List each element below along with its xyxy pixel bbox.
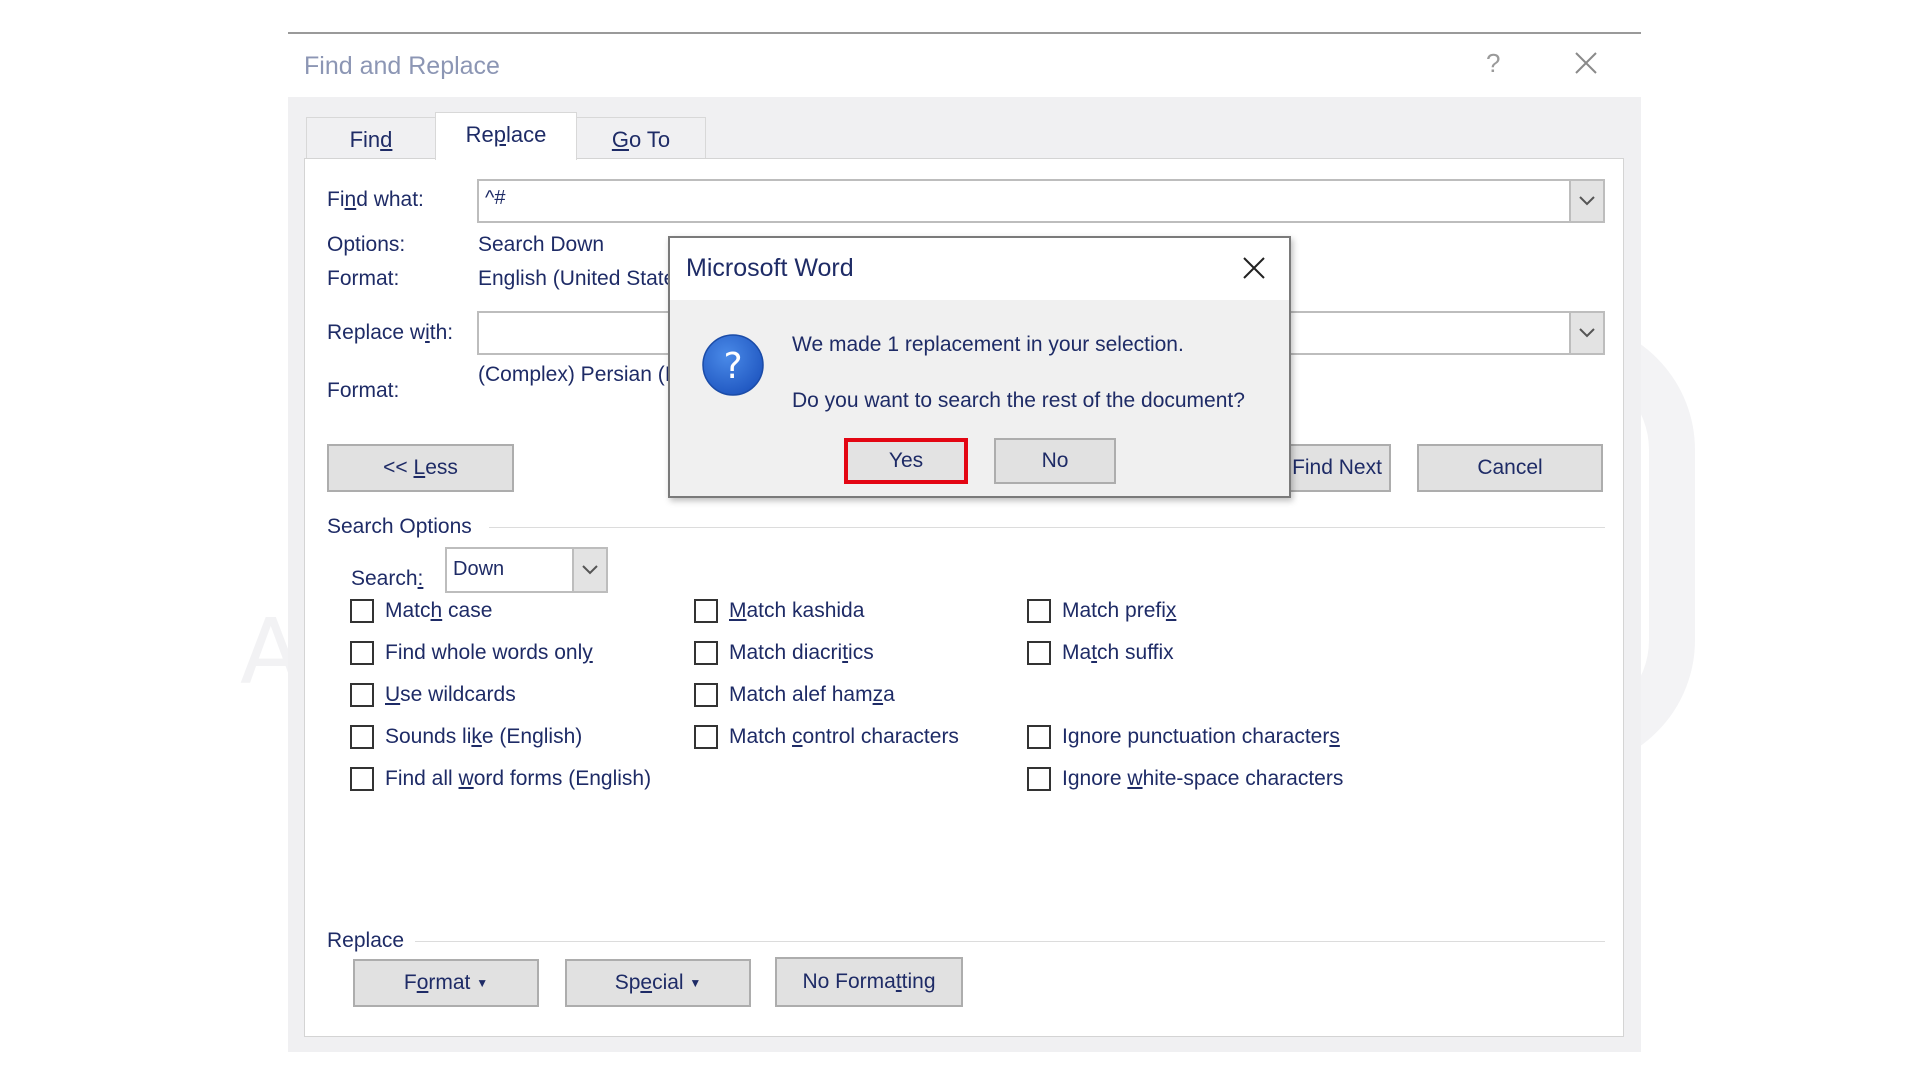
no-formatting-button-label: No Formatting [802, 970, 936, 993]
message-box-header: Microsoft Word [670, 238, 1289, 300]
sounds-like-label[interactable]: Sounds like (English) [385, 725, 582, 749]
replace-section-heading: Replace [327, 929, 405, 952]
help-button[interactable]: ? [1486, 48, 1500, 79]
match-prefix-checkbox[interactable] [1027, 599, 1051, 623]
match-control-characters-label[interactable]: Match control characters [729, 725, 959, 749]
find-what-dropdown[interactable] [1569, 181, 1603, 221]
question-icon: ? [702, 334, 764, 396]
search-direction-label: Search: [351, 567, 424, 590]
message-line-1: We made 1 replacement in your selection. [792, 333, 1184, 356]
chevron-down-icon [1579, 328, 1595, 338]
svg-text:?: ? [723, 346, 742, 387]
close-button[interactable] [1571, 48, 1601, 78]
format-button-label: Format [403, 971, 477, 994]
replace-format-label: Format: [327, 379, 400, 402]
search-options-heading: Search Options [327, 515, 472, 538]
no-button[interactable]: No [994, 438, 1116, 484]
tab-replace[interactable]: Replace [435, 112, 577, 160]
match-kashida-checkbox[interactable] [694, 599, 718, 623]
message-box: Microsoft Word ? We made 1 replacement i… [668, 236, 1291, 498]
cancel-button-label: Cancel [1477, 456, 1543, 479]
replace-with-label: Replace with: [327, 321, 454, 344]
tab-replace-label: Replace [465, 122, 547, 147]
cancel-button[interactable]: Cancel [1417, 444, 1603, 492]
search-direction-value: Down [453, 558, 505, 580]
close-icon [1243, 257, 1265, 279]
find-what-label: Find what: [327, 188, 424, 211]
sounds-like-checkbox[interactable] [350, 725, 374, 749]
find-all-word-forms-checkbox[interactable] [350, 767, 374, 791]
match-alef-hamza-checkbox[interactable] [694, 683, 718, 707]
options-value: Search Down [478, 233, 605, 256]
caret-down-icon: ▼ [476, 976, 489, 990]
find-whole-words-checkbox[interactable] [350, 641, 374, 665]
use-wildcards-label[interactable]: Use wildcards [385, 683, 516, 707]
tab-go-to-label: Go To [611, 127, 671, 152]
tab-go-to[interactable]: Go To [576, 117, 706, 159]
close-icon [1575, 52, 1597, 74]
chevron-down-icon [582, 565, 598, 575]
find-what-combo[interactable]: ^# [477, 179, 1605, 223]
message-box-title: Microsoft Word [686, 254, 854, 282]
find-format-label: Format: [327, 267, 400, 290]
caret-down-icon: ▼ [689, 976, 702, 990]
search-direction-select[interactable]: Down [445, 547, 608, 593]
special-button[interactable]: Special ▼ [565, 959, 751, 1007]
find-format-value: English (United States) [478, 267, 693, 290]
ignore-white-space-checkbox[interactable] [1027, 767, 1051, 791]
search-options-divider [489, 527, 1605, 528]
chevron-down-icon [1579, 196, 1595, 206]
match-kashida-label[interactable]: Match kashida [729, 599, 864, 623]
less-button[interactable]: << Less [327, 444, 514, 492]
match-suffix-label[interactable]: Match suffix [1062, 641, 1174, 665]
replace-with-dropdown[interactable] [1569, 313, 1603, 353]
yes-button[interactable]: Yes [844, 438, 968, 484]
search-direction-dropdown[interactable] [572, 549, 606, 591]
find-whole-words-label[interactable]: Find whole words only [385, 641, 593, 665]
ignore-punctuation-label[interactable]: Ignore punctuation characters [1062, 725, 1340, 749]
find-what-input[interactable]: ^# [485, 187, 506, 210]
find-next-button[interactable]: Find Next [1283, 444, 1391, 492]
no-formatting-button[interactable]: No Formatting [775, 957, 963, 1007]
no-button-label: No [1041, 449, 1069, 472]
options-label: Options: [327, 233, 406, 256]
match-prefix-label[interactable]: Match prefix [1062, 599, 1176, 623]
special-button-label: Special [614, 971, 690, 994]
find-replace-dialog: Find and Replace ? Find Replace Go To Fi… [288, 32, 1641, 1052]
tab-find-label: Find [349, 127, 393, 152]
tab-find[interactable]: Find [306, 117, 436, 159]
replace-section-divider [415, 941, 1605, 942]
format-button[interactable]: Format ▼ [353, 959, 539, 1007]
find-next-button-label: Find Next [1292, 456, 1382, 479]
ignore-punctuation-checkbox[interactable] [1027, 725, 1051, 749]
match-case-checkbox[interactable] [350, 599, 374, 623]
less-button-label: << Less [383, 456, 458, 479]
dialog-title: Find and Replace [304, 52, 500, 80]
match-diacritics-checkbox[interactable] [694, 641, 718, 665]
ignore-white-space-label[interactable]: Ignore white-space characters [1062, 767, 1343, 791]
find-all-word-forms-label[interactable]: Find all word forms (English) [385, 767, 651, 791]
match-control-characters-checkbox[interactable] [694, 725, 718, 749]
message-line-2: Do you want to search the rest of the do… [792, 389, 1245, 412]
match-suffix-checkbox[interactable] [1027, 641, 1051, 665]
match-alef-hamza-label[interactable]: Match alef hamza [729, 683, 895, 707]
match-case-label[interactable]: Match case [385, 599, 492, 623]
match-diacritics-label[interactable]: Match diacritics [729, 641, 874, 665]
yes-button-label: Yes [888, 449, 924, 472]
message-box-close-button[interactable] [1240, 254, 1268, 282]
use-wildcards-checkbox[interactable] [350, 683, 374, 707]
